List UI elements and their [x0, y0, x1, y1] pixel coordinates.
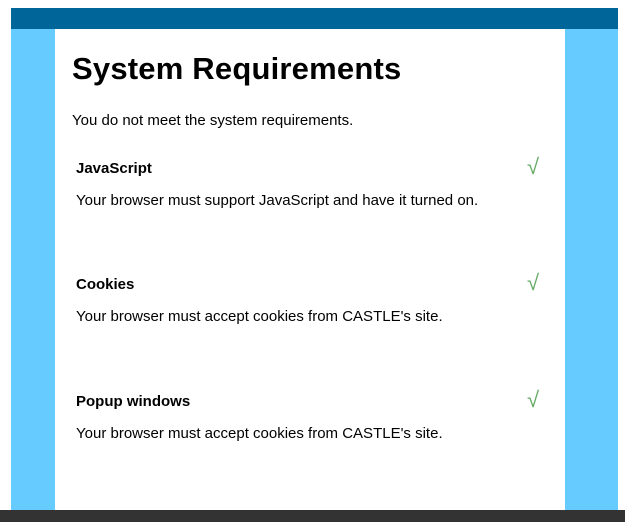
requirement-description: Your browser must accept cookies from CA… [76, 308, 443, 325]
check-icon: √ [527, 387, 540, 412]
requirement-title: Cookies [76, 276, 135, 293]
status-message: You do not meet the system requirements. [72, 112, 354, 129]
top-bar [11, 8, 618, 29]
right-gutter [618, 0, 625, 510]
right-side-panel [565, 29, 618, 510]
page-title: System Requirements [72, 51, 402, 86]
requirement-title: JavaScript [76, 160, 152, 177]
requirement-description: Your browser must accept cookies from CA… [76, 425, 443, 442]
check-icon: √ [527, 154, 540, 179]
bottom-bar [0, 510, 625, 522]
left-gutter [0, 0, 11, 510]
requirement-title: Popup windows [76, 393, 191, 410]
requirement-description: Your browser must support JavaScript and… [76, 192, 479, 209]
check-icon: √ [527, 270, 540, 295]
page-frame: System Requirements You do not meet the … [0, 0, 625, 522]
requirements-panel: System Requirements You do not meet the … [55, 29, 565, 510]
left-side-panel [11, 29, 55, 510]
